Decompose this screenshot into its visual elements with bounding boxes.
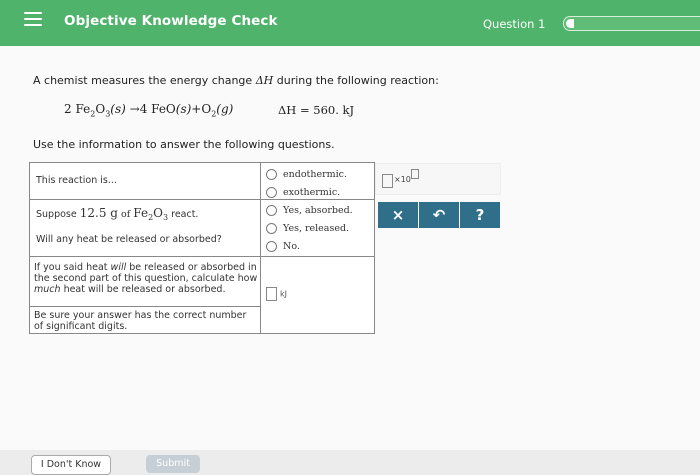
undo-button[interactable]: ↶ [419,202,459,228]
answer-input-group: kJ [266,287,287,301]
option-no[interactable]: No. [266,237,353,255]
dont-know-button[interactable]: I Don't Know [31,455,111,475]
radio-icon[interactable] [266,168,277,180]
unit-label: kJ [280,289,288,299]
question-table: This reaction is... endothermic. exother… [29,162,375,334]
row2-options: Yes, absorbed. Yes, released. No. [266,201,353,255]
radio-icon[interactable] [266,240,277,252]
submit-button[interactable]: Submit [146,455,200,473]
question-number: Question 1 [483,17,546,31]
row1-options: endothermic. exothermic. [266,165,347,201]
scientific-notation-tool[interactable]: ×10 [375,163,501,195]
radio-icon[interactable] [266,204,277,216]
instruction-text: Use the information to answer the follow… [33,138,335,151]
clear-button[interactable]: × [378,202,418,228]
intro-text: A chemist measures the energy change ΔH … [33,74,439,87]
enthalpy-value: ΔH = 560. kJ [278,103,355,117]
menu-icon[interactable] [24,12,42,28]
radio-icon[interactable] [266,222,277,234]
mantissa-box[interactable] [382,174,393,188]
row2-question: Will any heat be released or absorbed? [36,234,222,245]
page-title: Objective Knowledge Check [64,13,278,29]
row1-prompt: This reaction is... [36,175,117,186]
option-yes-absorbed[interactable]: Yes, absorbed. [266,201,353,219]
radio-icon[interactable] [266,186,277,198]
row3-prompt: If you said heat will be released or abs… [34,262,258,295]
times-ten-label: ×10 [394,175,411,184]
row2-prompt: Suppose 12.5 g of Fe2O3 react. [36,206,199,222]
option-yes-released[interactable]: Yes, released. [266,219,353,237]
exponent-box[interactable] [411,169,419,179]
top-bar: Objective Knowledge Check Question 1 [0,0,700,46]
option-exothermic[interactable]: exothermic. [266,183,347,201]
question-content: A chemist measures the energy change ΔH … [0,46,700,450]
sig-fig-note: Be sure your answer has the correct numb… [34,310,247,332]
reaction-equation: 2 Fe2O3(s) →4 FeO(s)+O2(g) [64,102,234,119]
progress-bar [563,16,700,31]
footer-bar: I Don't Know Submit [0,450,700,475]
option-endothermic[interactable]: endothermic. [266,165,347,183]
answer-input[interactable] [266,287,277,301]
help-button[interactable]: ? [460,202,500,228]
tool-buttons: × ↶ ? [378,202,500,228]
